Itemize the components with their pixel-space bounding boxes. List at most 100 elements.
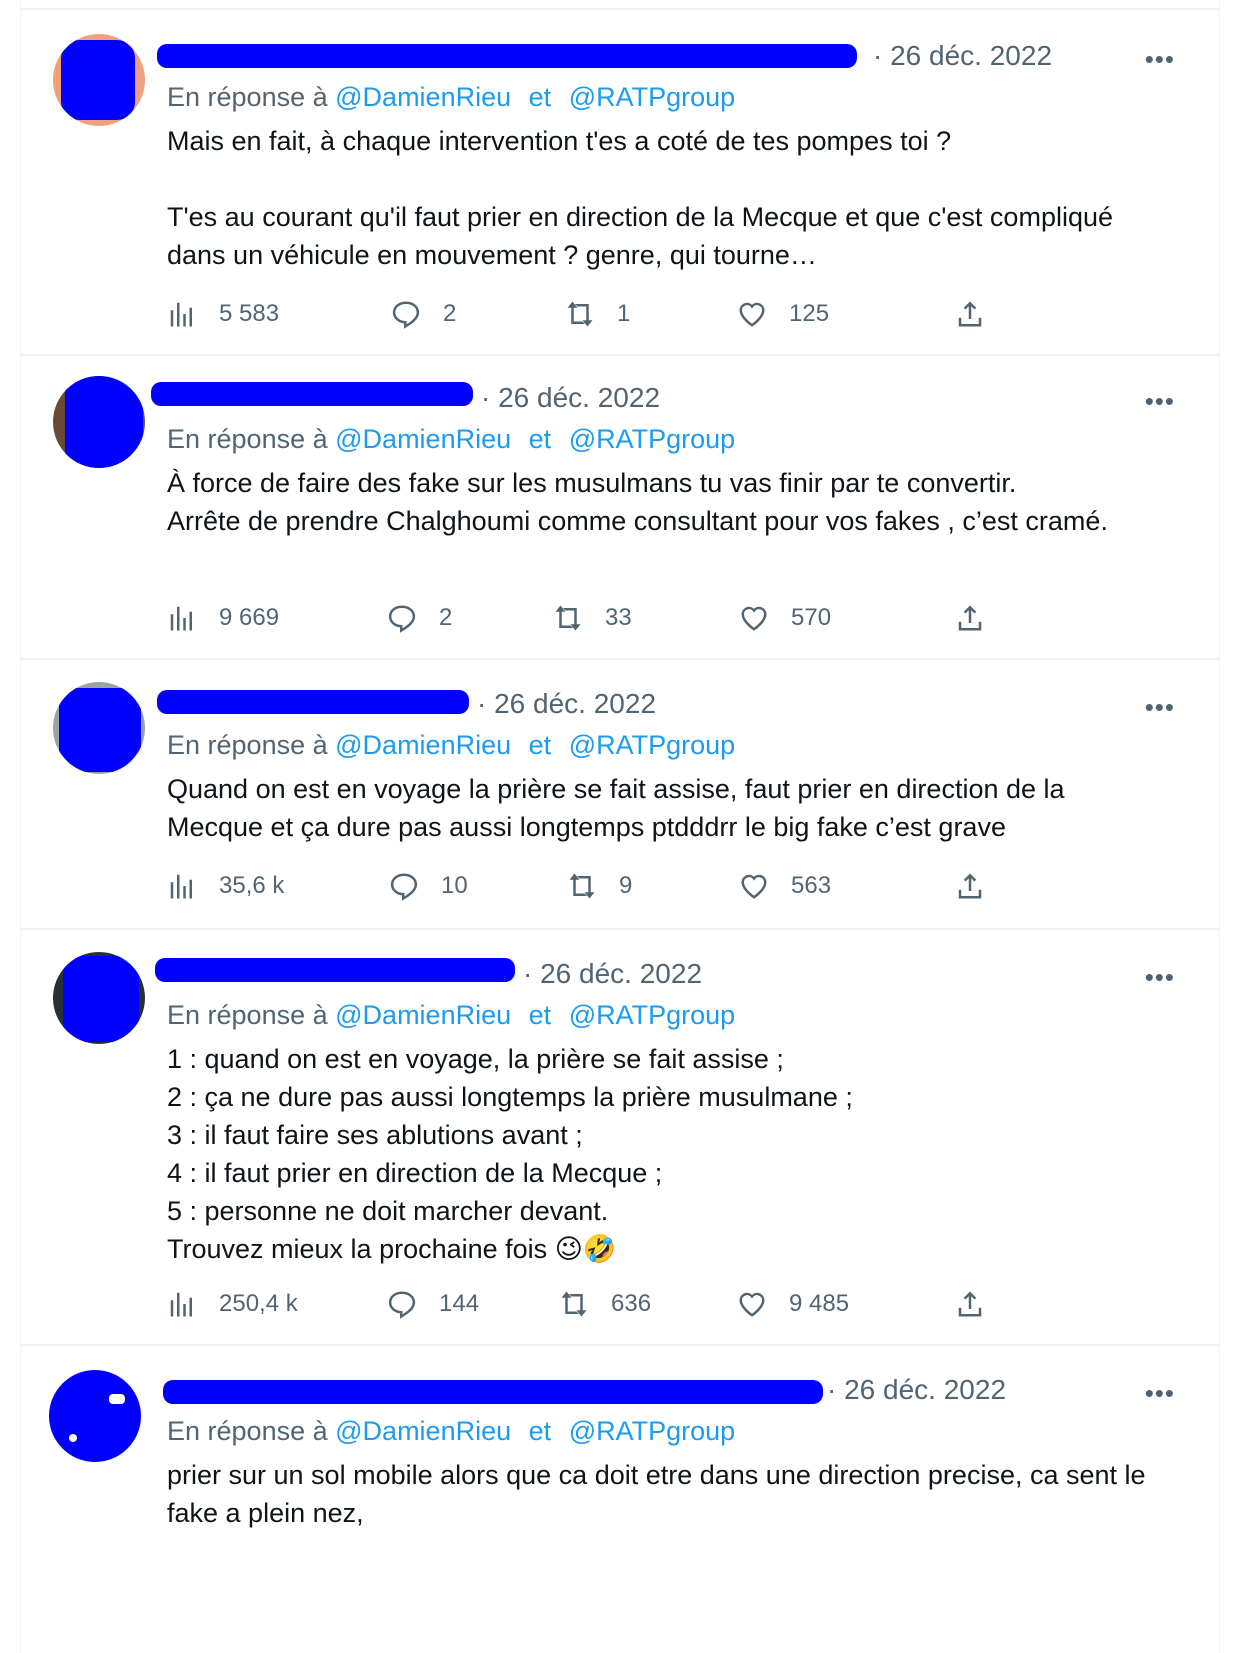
tweet-date[interactable]: · 26 déc. 2022	[827, 1374, 1006, 1406]
more-dots-icon[interactable]: •••	[1145, 1378, 1175, 1409]
tweet-date[interactable]: · 26 déc. 2022	[873, 40, 1052, 72]
tweet-reply[interactable]: · 26 déc. 2022 ••• En réponse à @DamienR…	[21, 1344, 1219, 1653]
mention-ratpgroup[interactable]: @RATPgroup	[569, 1000, 735, 1030]
bar-chart-icon	[170, 874, 192, 899]
views-button[interactable]: 5 583	[167, 294, 279, 334]
tweet-reply[interactable]: · 26 déc. 2022 ••• En réponse à @DamienR…	[21, 8, 1219, 356]
replies-count: 2	[439, 604, 453, 631]
views-count: 250,4 k	[219, 1290, 298, 1317]
comment-icon	[392, 301, 420, 329]
share-icon	[958, 873, 982, 899]
like-button[interactable]: 9 485	[737, 1284, 849, 1324]
bar-chart-icon	[170, 606, 192, 631]
reply-button[interactable]: 2	[391, 294, 456, 334]
reply-connector: et	[528, 1000, 552, 1030]
tweet-actions: 5 583 2 1 125	[167, 294, 997, 334]
mention-damienrieu[interactable]: @DamienRieu	[335, 730, 511, 760]
heart-icon	[741, 874, 767, 899]
replies-count: 10	[441, 872, 468, 899]
tweet-actions: 9 669 2 33 570	[167, 598, 997, 638]
views-button[interactable]: 9 669	[167, 598, 279, 638]
reply-connector: et	[528, 424, 552, 454]
more-dots-icon[interactable]: •••	[1145, 692, 1175, 723]
avatar[interactable]	[53, 34, 145, 126]
reply-button[interactable]: 10	[389, 866, 468, 906]
mention-ratpgroup[interactable]: @RATPgroup	[569, 1416, 735, 1446]
likes-count: 9 485	[789, 1290, 850, 1317]
more-dots-icon[interactable]: •••	[1145, 386, 1175, 417]
tweet-date[interactable]: · 26 déc. 2022	[477, 688, 656, 720]
retweet-icon	[567, 301, 593, 327]
tweet-date[interactable]: · 26 déc. 2022	[481, 382, 660, 414]
bar-chart-icon	[170, 1292, 192, 1317]
avatar[interactable]	[49, 1370, 141, 1462]
share-button[interactable]	[955, 866, 985, 906]
bar-chart-icon	[170, 302, 192, 327]
avatar[interactable]	[53, 682, 145, 774]
like-button[interactable]: 563	[739, 866, 831, 906]
redacted-username	[163, 1380, 823, 1404]
comment-icon	[388, 605, 416, 633]
tweet-reply[interactable]: · 26 déc. 2022 ••• En réponse à @DamienR…	[21, 352, 1219, 660]
avatar[interactable]	[53, 952, 145, 1044]
share-button[interactable]	[955, 1284, 985, 1324]
share-icon	[958, 605, 982, 631]
tweet-date[interactable]: · 26 déc. 2022	[523, 958, 702, 990]
mention-damienrieu[interactable]: @DamienRieu	[335, 82, 511, 112]
reply-prefix: En réponse à	[167, 1000, 328, 1030]
comment-icon	[388, 1291, 416, 1319]
reply-context: En réponse à @DamienRieu et @RATPgroup	[167, 82, 735, 113]
likes-count: 563	[791, 872, 832, 899]
views-button[interactable]: 250,4 k	[167, 1284, 298, 1324]
retweet-button[interactable]: 636	[559, 1284, 651, 1324]
redacted-username	[157, 44, 857, 68]
reply-button[interactable]: 144	[387, 1284, 479, 1324]
emoji-wink-rofl: 😉🤣	[554, 1234, 617, 1264]
redacted-username	[157, 690, 469, 714]
share-button[interactable]	[955, 598, 985, 638]
redacted-username	[155, 958, 515, 982]
retweets-count: 33	[605, 604, 632, 631]
mention-ratpgroup[interactable]: @RATPgroup	[569, 82, 735, 112]
share-button[interactable]	[955, 294, 985, 334]
like-button[interactable]: 570	[739, 598, 831, 638]
heart-icon	[739, 1292, 765, 1317]
tweet-text: 1 : quand on est en voyage, la prière se…	[167, 1040, 1147, 1268]
reply-button[interactable]: 2	[387, 598, 452, 638]
reply-prefix: En réponse à	[167, 424, 328, 454]
avatar[interactable]	[53, 376, 145, 468]
tweet-text: À force de faire des fake sur les musulm…	[167, 468, 1108, 536]
tweet-reply[interactable]: · 26 déc. 2022 ••• En réponse à @DamienR…	[21, 658, 1219, 930]
more-dots-icon[interactable]: •••	[1145, 962, 1175, 993]
retweets-count: 636	[611, 1290, 652, 1317]
reply-connector: et	[528, 730, 552, 760]
tweet-reply[interactable]: · 26 déc. 2022 ••• En réponse à @DamienR…	[21, 928, 1219, 1346]
retweets-count: 1	[617, 300, 631, 327]
more-dots-icon[interactable]: •••	[1145, 44, 1175, 75]
likes-count: 570	[791, 604, 832, 631]
mention-ratpgroup[interactable]: @RATPgroup	[569, 424, 735, 454]
retweet-button[interactable]: 9	[567, 866, 632, 906]
tweet-replies-feed: · 26 déc. 2022 ••• En réponse à @DamienR…	[20, 0, 1220, 1653]
views-button[interactable]: 35,6 k	[167, 866, 284, 906]
reply-context: En réponse à @DamienRieu et @RATPgroup	[167, 1000, 735, 1031]
retweets-count: 9	[619, 872, 633, 899]
mention-ratpgroup[interactable]: @RATPgroup	[569, 730, 735, 760]
reply-context: En réponse à @DamienRieu et @RATPgroup	[167, 424, 735, 455]
share-icon	[958, 301, 982, 327]
reply-connector: et	[528, 1416, 552, 1446]
tweet-actions: 35,6 k 10 9 563	[167, 866, 997, 906]
tweet-text: prier sur un sol mobile alors que ca doi…	[167, 1460, 1154, 1528]
heart-icon	[739, 302, 765, 327]
tweet-text: Quand on est en voyage la prière se fait…	[167, 774, 1073, 842]
like-button[interactable]: 125	[737, 294, 829, 334]
comment-icon	[390, 873, 418, 901]
views-count: 9 669	[219, 604, 280, 631]
views-count: 5 583	[219, 300, 280, 327]
retweet-button[interactable]: 1	[565, 294, 630, 334]
mention-damienrieu[interactable]: @DamienRieu	[335, 1000, 511, 1030]
retweet-button[interactable]: 33	[553, 598, 632, 638]
mention-damienrieu[interactable]: @DamienRieu	[335, 1416, 511, 1446]
retweet-icon	[561, 1291, 587, 1317]
mention-damienrieu[interactable]: @DamienRieu	[335, 424, 511, 454]
